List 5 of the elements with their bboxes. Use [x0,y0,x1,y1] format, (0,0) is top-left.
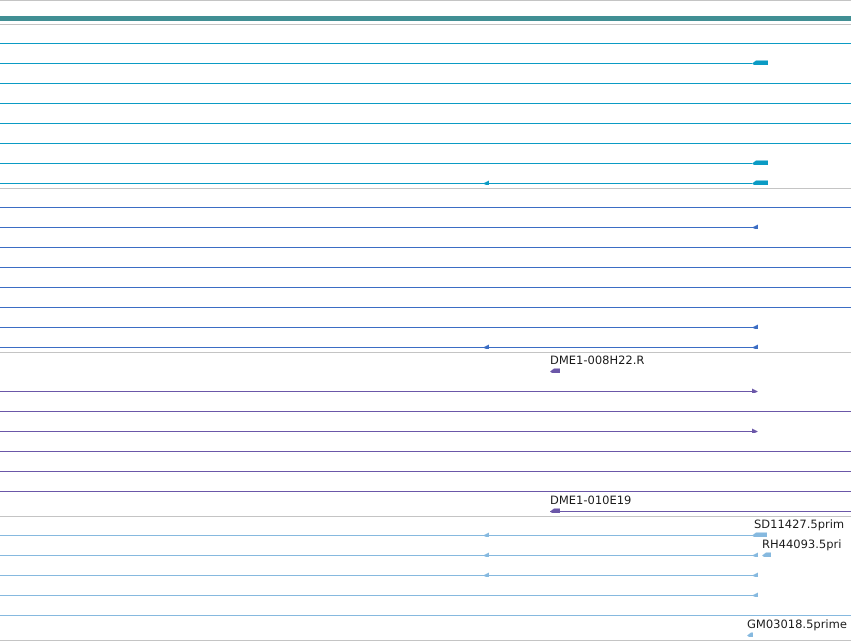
feature-label: DME1-010E19 [550,494,632,507]
feature-label: SD11427.5prim [754,518,844,531]
feature-label: GM03018.5prime [747,618,847,631]
feature-label: RH44093.5pri [762,538,842,551]
feature-label: DME1-008H22.R [550,354,644,367]
